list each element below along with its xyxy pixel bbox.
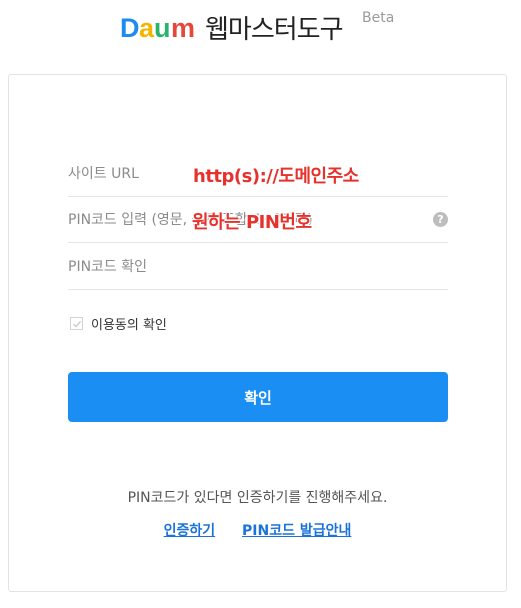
svg-text:u: u — [154, 13, 171, 42]
agree-checkbox-row[interactable]: 이용동의 확인 — [70, 314, 167, 333]
verify-link[interactable]: 인증하기 — [164, 523, 216, 539]
agree-label: 이용동의 확인 — [91, 317, 167, 333]
pin-confirm-input[interactable] — [68, 244, 448, 289]
svg-text:D: D — [120, 13, 140, 42]
pin-issue-guide-link[interactable]: PIN코드 발급안내 — [242, 523, 351, 539]
footer-links: 인증하기 PIN코드 발급안내 — [9, 520, 506, 540]
check-icon — [73, 320, 82, 328]
svg-text:m: m — [171, 13, 195, 42]
url-hint-annotation: http(s)://도메인주소 — [193, 166, 359, 187]
confirm-button[interactable]: 확인 — [68, 372, 448, 422]
agree-checkbox[interactable] — [70, 316, 83, 330]
pin-notice: PIN코드가 있다면 인증하기를 진행해주세요. — [127, 490, 388, 506]
pin-confirm-field — [68, 244, 448, 290]
header: D a u m 웹마스터도구 Beta — [0, 0, 521, 56]
daum-logo: D a u m — [120, 13, 195, 42]
svg-text:a: a — [139, 13, 155, 42]
registration-card: ? http(s)://도메인주소 원하는 PIN번호 이용동의 확인 확인 P… — [8, 74, 507, 592]
beta-badge: Beta — [362, 10, 395, 26]
help-icon[interactable]: ? — [433, 212, 448, 227]
pin-hint-annotation: 원하는 PIN번호 — [192, 212, 312, 233]
app-title: 웹마스터도구 — [205, 15, 344, 45]
